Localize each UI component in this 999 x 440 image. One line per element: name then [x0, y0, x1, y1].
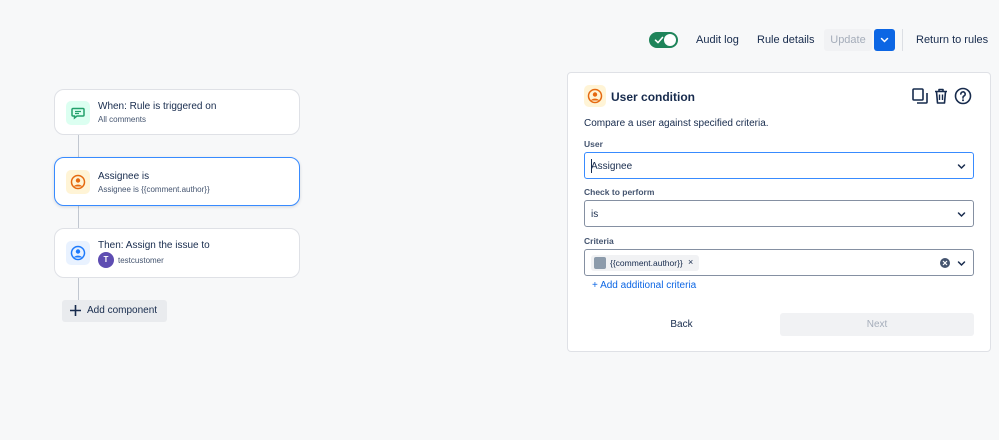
audit-log-link[interactable]: Audit log	[696, 29, 739, 51]
action-assignee: testcustomer	[118, 256, 164, 265]
plus-icon	[70, 305, 81, 316]
user-icon	[70, 245, 86, 261]
user-condition-panel: User condition Compare a user against sp…	[567, 72, 991, 352]
user-icon	[587, 88, 603, 104]
panel-icon-box	[584, 85, 606, 107]
flow-connector	[78, 278, 79, 301]
trigger-icon-box	[66, 101, 90, 125]
trigger-card[interactable]: When: Rule is triggered on All comments	[54, 89, 300, 135]
criteria-chip: {{comment.author}} ×	[591, 255, 699, 271]
action-card[interactable]: Then: Assign the issue to T testcustomer	[54, 228, 300, 278]
flow-connector	[78, 206, 79, 228]
trigger-title: When: Rule is triggered on	[98, 101, 217, 112]
return-to-rules-link[interactable]: Return to rules	[916, 29, 988, 51]
top-toolbar: Audit log Rule details Update Return to …	[0, 29, 999, 51]
action-icon-box	[66, 241, 90, 265]
user-field-label: User	[584, 139, 603, 149]
chevron-down-icon	[957, 261, 966, 267]
chevron-down-icon	[957, 164, 966, 170]
user-icon	[70, 174, 86, 190]
condition-icon-box	[66, 170, 90, 194]
panel-title: User condition	[611, 90, 696, 104]
user-avatar-icon	[594, 257, 606, 269]
help-icon[interactable]	[954, 87, 972, 105]
criteria-select[interactable]: {{comment.author}} ×	[584, 249, 974, 276]
check-field-label: Check to perform	[584, 187, 655, 197]
condition-subtitle: Assignee is {{comment.author}}	[98, 185, 210, 194]
criteria-chip-label: {{comment.author}}	[610, 258, 683, 268]
condition-card[interactable]: Assignee is Assignee is {{comment.author…	[54, 157, 300, 206]
condition-title: Assignee is	[98, 171, 150, 182]
chevron-down-icon	[880, 37, 889, 43]
check-select[interactable]: is	[584, 200, 974, 227]
rule-details-link[interactable]: Rule details	[757, 29, 814, 51]
action-title: Then: Assign the issue to	[98, 240, 210, 251]
user-select-value: Assignee	[591, 161, 633, 172]
comment-icon	[71, 107, 85, 120]
panel-description: Compare a user against specified criteri…	[584, 118, 769, 129]
duplicate-icon[interactable]	[911, 87, 929, 105]
toggle-knob	[664, 34, 676, 46]
next-button[interactable]: Next	[780, 313, 974, 336]
rule-enabled-toggle[interactable]	[649, 32, 678, 48]
add-component-button[interactable]: Add component	[62, 300, 167, 322]
criteria-field-label: Criteria	[584, 236, 614, 246]
check-select-value: is	[591, 209, 599, 220]
flow-connector	[78, 135, 79, 158]
chevron-down-icon	[957, 212, 966, 218]
toolbar-divider	[902, 29, 903, 51]
update-dropdown-button[interactable]	[874, 29, 895, 51]
add-criteria-link[interactable]: + Add additional criteria	[592, 280, 696, 291]
add-component-label: Add component	[87, 305, 158, 316]
trigger-subtitle: All comments	[98, 115, 147, 124]
user-select[interactable]: Assignee	[584, 152, 974, 179]
back-button[interactable]: Back	[584, 313, 779, 336]
update-button[interactable]: Update	[824, 29, 872, 51]
clear-icon[interactable]	[940, 258, 950, 268]
trash-icon[interactable]	[932, 87, 950, 105]
chip-remove-button[interactable]: ×	[688, 257, 693, 267]
avatar: T	[98, 252, 114, 268]
